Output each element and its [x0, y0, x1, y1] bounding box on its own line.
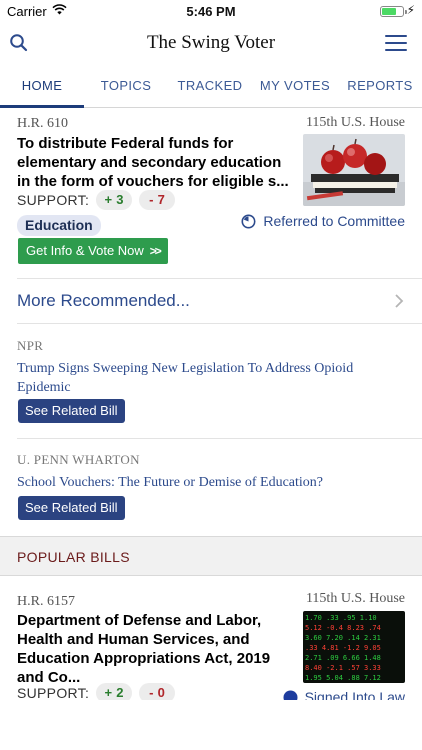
- support-yes-count: + 2: [96, 683, 133, 700]
- tab-topics[interactable]: TOPICS: [84, 66, 168, 107]
- more-recommended-link[interactable]: More Recommended...: [17, 291, 190, 311]
- support-no-count: - 0: [139, 683, 176, 700]
- news-source: NPR: [17, 338, 44, 353]
- bill-status-text: Referred to Committee: [263, 213, 405, 229]
- popular-bills-header: POPULAR BILLS: [0, 536, 422, 576]
- tab-my-votes[interactable]: MY VOTES: [252, 66, 338, 107]
- svg-text:2.71 .09 6.66 1.48: 2.71 .09 6.66 1.48: [305, 654, 381, 662]
- status-bar: Carrier 5:46 PM ⚡: [0, 0, 422, 22]
- bill-number: H.R. 6157: [17, 594, 75, 609]
- divider: [17, 278, 422, 279]
- divider: [17, 323, 422, 324]
- status-time: 5:46 PM: [186, 4, 236, 19]
- divider: [17, 438, 422, 439]
- chevron-right-icon: [395, 294, 404, 308]
- bill-thumbnail: [303, 134, 405, 206]
- pending-clock-icon: [241, 214, 256, 228]
- bill-title[interactable]: To distribute Federal funds for elementa…: [17, 134, 297, 191]
- nav-bar: The Swing Voter: [0, 22, 422, 66]
- signed-status-icon: [283, 690, 298, 700]
- tab-tracked[interactable]: TRACKED: [168, 66, 252, 107]
- bill-thumbnail: 1.70 .33 .95 1.10 5.12 -0.4 8.23 .74 3.6…: [303, 611, 405, 683]
- support-label: SUPPORT:: [17, 192, 90, 208]
- app-title: The Swing Voter: [146, 32, 276, 53]
- tab-home[interactable]: HOME: [0, 66, 84, 108]
- bill-congress: 115th U.S. House: [305, 591, 405, 606]
- news-item[interactable]: NPR Trump Signs Sweeping New Legislation…: [17, 338, 397, 397]
- battery-fill: [382, 8, 396, 15]
- support-row: SUPPORT: + 3 - 7: [17, 190, 176, 210]
- svg-text:1.95 5.04 .88 7.12: 1.95 5.04 .88 7.12: [305, 674, 381, 682]
- news-headline[interactable]: Trump Signs Sweeping New Legislation To …: [17, 359, 397, 397]
- menu-line: [385, 42, 407, 44]
- svg-text:3.60 7.20 .14 2.31: 3.60 7.20 .14 2.31: [305, 634, 381, 642]
- see-related-bill-button[interactable]: See Related Bill: [18, 399, 125, 423]
- vote-button-label: Get Info & Vote Now: [26, 243, 144, 258]
- hamburger-menu-icon[interactable]: [385, 35, 407, 51]
- support-no-count: - 7: [139, 190, 176, 210]
- news-item[interactable]: U. PENN WHARTON School Vouchers: The Fut…: [17, 452, 397, 492]
- news-source: U. PENN WHARTON: [17, 452, 140, 467]
- topic-tag[interactable]: Education: [17, 215, 101, 236]
- svg-text:8.40 -2.1 .57 3.33: 8.40 -2.1 .57 3.33: [305, 664, 381, 672]
- svg-text:.33 4.81 -1.2 9.05: .33 4.81 -1.2 9.05: [305, 644, 381, 652]
- tab-bar: HOME TOPICS TRACKED MY VOTES REPORTS: [0, 66, 422, 108]
- menu-line: [385, 35, 407, 37]
- support-row: SUPPORT: + 2 - 0: [17, 683, 176, 700]
- charging-bolt-icon: ⚡: [406, 3, 415, 17]
- popular-bills-label: POPULAR BILLS: [17, 549, 130, 565]
- battery-icon: [380, 6, 407, 17]
- news-headline[interactable]: School Vouchers: The Future or Demise of…: [17, 473, 397, 492]
- tab-reports[interactable]: REPORTS: [338, 66, 422, 107]
- double-chevron-right-icon: >>: [149, 244, 162, 258]
- menu-line: [385, 49, 407, 51]
- bill-status: Referred to Committee: [241, 213, 405, 229]
- popular-bill-card[interactable]: H.R. 6157 115th U.S. House Department of…: [0, 576, 422, 700]
- svg-text:1.70 .33 .95 1.10: 1.70 .33 .95 1.10: [305, 614, 377, 622]
- bill-status-text: Signed Into Law: [304, 689, 405, 700]
- svg-text:5.12 -0.4 8.23 .74: 5.12 -0.4 8.23 .74: [305, 624, 381, 632]
- support-label: SUPPORT:: [17, 685, 90, 700]
- get-info-vote-button[interactable]: Get Info & Vote Now >>: [18, 238, 168, 264]
- bill-status: Signed Into Law: [283, 689, 405, 700]
- see-related-bill-button[interactable]: See Related Bill: [18, 496, 125, 520]
- support-yes-count: + 3: [96, 190, 133, 210]
- featured-bill-card[interactable]: H.R. 610 115th U.S. House To distribute …: [0, 108, 422, 278]
- bill-number: H.R. 610: [17, 116, 68, 131]
- bill-congress: 115th U.S. House: [305, 115, 405, 130]
- bill-title[interactable]: Department of Defense and Labor, Health …: [17, 611, 297, 687]
